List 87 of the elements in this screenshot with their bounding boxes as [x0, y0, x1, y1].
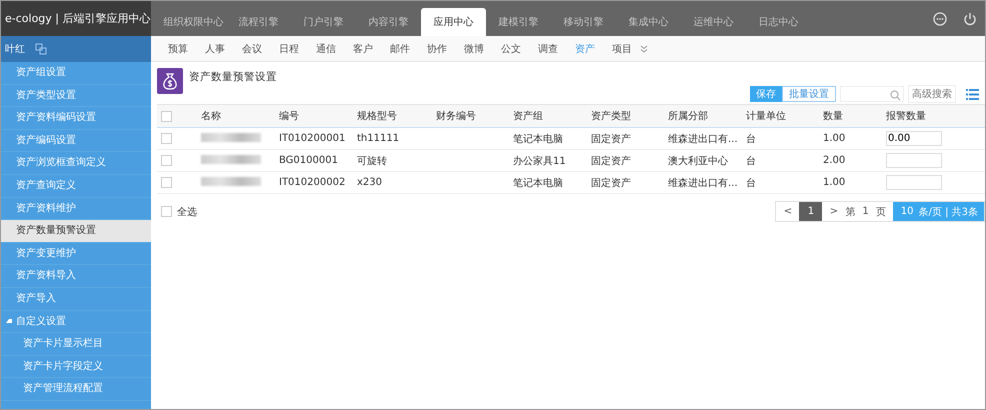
- blurred-name-placeholder: [201, 176, 261, 186]
- power-icon[interactable]: [963, 12, 977, 26]
- table-cell-text: 固定资产: [591, 132, 632, 146]
- row-checkbox[interactable]: [161, 155, 172, 166]
- top-tab[interactable]: 移动引擎: [551, 8, 616, 36]
- sub-tab[interactable]: 人事: [196, 42, 233, 56]
- table-cell-text: 固定资产: [591, 154, 632, 168]
- table-cell-text: th11111: [357, 133, 400, 144]
- sub-tab[interactable]: 调查: [529, 42, 566, 56]
- user-name: 叶红: [5, 42, 25, 56]
- table-cell-text: x230: [357, 177, 384, 188]
- table-cell-text: 维森进出口有...: [668, 132, 739, 146]
- table-cell-text: 2.00: [823, 155, 846, 166]
- column-header: 财务编号: [436, 110, 477, 123]
- sub-tab[interactable]: 邮件: [381, 42, 418, 56]
- blurred-name-placeholder: [201, 132, 261, 142]
- table-cell-text: 台: [746, 132, 757, 146]
- table-cell-text: 澳大利亚中心: [668, 154, 729, 168]
- table-cell-text: 1.00: [823, 177, 846, 188]
- page-title: 资产数量预警设置: [189, 70, 277, 84]
- top-tab[interactable]: 应用中心: [421, 8, 486, 36]
- header-checkbox[interactable]: [161, 110, 172, 122]
- column-header: 报警数量: [886, 110, 927, 123]
- sidebar-item[interactable]: 资产数量预警设置: [1, 220, 151, 243]
- sub-tab[interactable]: 公文: [492, 42, 529, 56]
- list-icon[interactable]: [966, 88, 979, 100]
- sub-tab[interactable]: 日程: [270, 42, 307, 56]
- column-header: 编号: [279, 110, 300, 123]
- table-cell-text: BG0100001: [279, 155, 339, 166]
- page-prefix: 第: [845, 206, 856, 218]
- save-button[interactable]: 保存: [750, 86, 782, 102]
- sub-tab[interactable]: 协作: [418, 42, 455, 56]
- page-button[interactable]: 1: [799, 202, 822, 221]
- table-cell-text: 1.00: [823, 133, 846, 144]
- sub-tab[interactable]: 预算: [159, 42, 196, 56]
- more-icon[interactable]: [933, 12, 947, 26]
- search-icon[interactable]: [890, 90, 901, 101]
- top-tab[interactable]: 内容引擎: [356, 8, 421, 36]
- sub-tab[interactable]: 客户: [344, 42, 381, 56]
- table-cell-text: 可旋转: [357, 154, 388, 168]
- sub-tab[interactable]: 会议: [233, 42, 270, 56]
- alarm-quantity-field[interactable]: [886, 153, 942, 168]
- row-checkbox[interactable]: [161, 177, 172, 188]
- table-cell-text: 笔记本电脑: [513, 132, 564, 146]
- column-header: 所属分部: [668, 110, 709, 123]
- sub-tab[interactable]: 资产: [566, 42, 603, 56]
- column-header: 资产组: [513, 110, 544, 123]
- table-cell-text: 笔记本电脑: [513, 176, 564, 190]
- table-cell-text: 维森进出口有...: [668, 176, 739, 190]
- blurred-name-placeholder: [201, 154, 261, 164]
- top-tab[interactable]: 集成中心: [616, 8, 681, 36]
- row-checkbox[interactable]: [161, 133, 172, 144]
- table-cell-text: 办公家具11: [513, 154, 567, 168]
- batch-settings-button[interactable]: 批量设置: [782, 86, 836, 102]
- column-header: 资产类型: [591, 110, 632, 123]
- table-cell-text: IT010200002: [279, 177, 346, 188]
- page-size[interactable]: 10: [900, 206, 914, 217]
- page-suffix: 页: [876, 206, 886, 218]
- sub-tab[interactable]: 项目: [603, 42, 640, 56]
- switch-user-icon[interactable]: [35, 43, 47, 55]
- top-tab[interactable]: 运维中心: [681, 8, 746, 36]
- column-header: 计量单位: [746, 110, 787, 123]
- advanced-search-button[interactable]: 高级搜索: [908, 85, 956, 103]
- select-all-label: 全选: [177, 206, 197, 218]
- money-bag-icon: [157, 68, 183, 94]
- table-cell-text: 固定资产: [591, 176, 632, 190]
- top-tab[interactable]: 门户引擎: [291, 8, 356, 36]
- table-cell-text: 台: [746, 154, 757, 168]
- top-tab[interactable]: 流程引擎: [226, 8, 291, 36]
- top-tab[interactable]: 组织权限中心: [161, 8, 226, 36]
- double-chevron-icon[interactable]: [640, 44, 648, 52]
- page-size-summary: 条/页 | 共3条: [918, 206, 978, 218]
- select-all-checkbox[interactable]: [161, 206, 172, 217]
- table-cell-text: 台: [746, 176, 757, 190]
- sub-tab[interactable]: 通信: [307, 42, 344, 56]
- column-header: 规格型号: [357, 110, 398, 123]
- app-title: e-cology | 后端引擎应用中心: [1, 1, 151, 36]
- table-cell-text: IT010200001: [279, 133, 346, 144]
- search-field[interactable]: [840, 86, 904, 102]
- top-tab[interactable]: 日志中心: [746, 8, 811, 36]
- column-header: 数量: [823, 110, 844, 123]
- current-page: 1: [862, 206, 869, 217]
- alarm-quantity-field[interactable]: [886, 175, 942, 190]
- column-header: 名称: [201, 110, 222, 123]
- alarm-quantity-field[interactable]: 0.00: [886, 131, 942, 146]
- sub-tab[interactable]: 微博: [455, 42, 492, 56]
- top-tab[interactable]: 建模引擎: [486, 8, 551, 36]
